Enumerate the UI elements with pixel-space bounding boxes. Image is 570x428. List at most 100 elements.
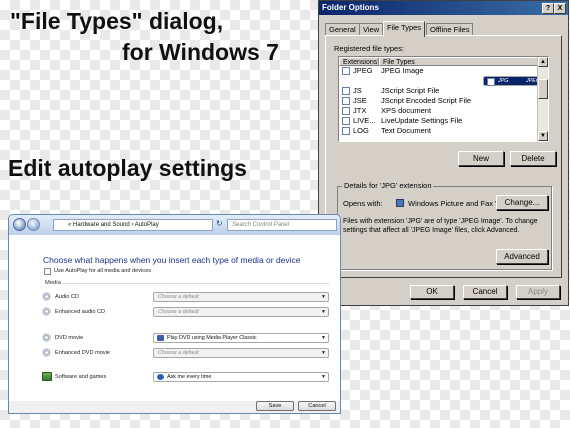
scroll-down-icon[interactable]: ▼	[538, 131, 548, 141]
chevron-down-icon: ▼	[321, 294, 326, 300]
file-icon	[342, 67, 350, 75]
audio-cd-select[interactable]: Choose a default ▼	[153, 292, 329, 302]
ok-button[interactable]: OK	[410, 285, 454, 299]
tab-file-types[interactable]: File Types	[383, 21, 426, 37]
extension: JS	[353, 86, 362, 95]
picture-viewer-icon	[396, 199, 404, 207]
search-input[interactable]: Search Control Panel	[227, 219, 337, 231]
question-icon	[157, 374, 164, 380]
list-item[interactable]: JSE JScript Encoded Script File	[339, 96, 539, 106]
new-button[interactable]: New	[458, 151, 504, 166]
heading-file-types: "File Types" dialog,	[10, 8, 224, 34]
cancel-button[interactable]: Cancel	[298, 401, 336, 411]
file-type: JPEG Image	[381, 66, 424, 75]
file-type: JScript Script File	[381, 86, 440, 95]
folder-options-dialog: Folder Options ? X General View File Typ…	[318, 0, 569, 306]
file-type: XPS document	[381, 106, 432, 115]
details-title: Details for 'JPG' extension	[342, 181, 434, 190]
opens-with-app: Windows Picture and Fax V	[408, 199, 501, 208]
details-group: Details for 'JPG' extension Opens with: …	[337, 181, 552, 270]
chevron-down-icon: ▼	[321, 309, 326, 315]
column-header-file-types[interactable]: File Types	[379, 57, 539, 66]
scroll-up-icon[interactable]: ▲	[538, 57, 548, 67]
enhanced-dvd-movie-icon	[42, 348, 51, 357]
file-type: Text Document	[381, 126, 432, 135]
breadcrumb-hardware-and-sound[interactable]: Hardware and Sound	[73, 222, 130, 228]
file-types-panel: Registered file types: Extensions File T…	[325, 35, 562, 278]
extension: LOG	[353, 126, 369, 135]
list-item[interactable]: JS JScript Script File	[339, 86, 539, 96]
enhanced-audio-cd-icon	[42, 307, 51, 316]
enhanced-dvd-movie-select[interactable]: Choose a default ▼	[153, 348, 329, 358]
extension: JPG	[498, 78, 509, 84]
file-type: LiveUpdate Settings File	[381, 116, 463, 125]
file-types-list[interactable]: Extensions File Types JPEG JPEG Image JP…	[338, 56, 549, 142]
scroll-thumb[interactable]	[538, 79, 548, 99]
navigation-bar: ‹ › « Hardware and Sound › AutoPlay ↻ Se…	[9, 215, 340, 235]
heading-edit-autoplay: Edit autoplay settings	[8, 155, 247, 181]
list-item[interactable]: JTX XPS document	[339, 106, 539, 116]
file-icon	[342, 97, 350, 105]
dvd-movie-value: Play DVD using Media Player Classic	[167, 335, 257, 341]
refresh-icon[interactable]: ↻	[216, 219, 223, 228]
enhanced-dvd-movie-value: Choose a default	[158, 350, 199, 356]
use-autoplay-checkbox[interactable]	[44, 268, 51, 275]
help-button[interactable]: ?	[542, 3, 554, 14]
dvd-movie-icon	[42, 333, 51, 342]
chevron-down-icon: ▼	[321, 374, 326, 380]
change-button[interactable]: Change...	[496, 195, 548, 210]
enhanced-audio-cd-select[interactable]: Choose a default ▼	[153, 307, 329, 317]
extension: JSE	[353, 96, 367, 105]
autoplay-content: Choose what happens when you insert each…	[9, 235, 340, 401]
forward-arrow-icon[interactable]: ›	[27, 218, 40, 231]
apply-button[interactable]: Apply	[516, 285, 560, 299]
software-and-games-select[interactable]: Ask me every time ▼	[153, 372, 329, 382]
breadcrumb-prefix: «	[68, 222, 72, 228]
file-icon	[342, 107, 350, 115]
file-icon	[487, 78, 495, 86]
address-bar[interactable]: « Hardware and Sound › AutoPlay	[53, 219, 213, 231]
close-button[interactable]: X	[554, 3, 566, 14]
cancel-button[interactable]: Cancel	[463, 285, 507, 299]
advanced-button[interactable]: Advanced	[496, 249, 548, 264]
file-icon	[342, 87, 350, 95]
software-and-games-label: Software and games	[55, 374, 107, 380]
media-section-heading: Media	[45, 280, 61, 286]
back-arrow-icon[interactable]: ‹	[13, 218, 26, 231]
list-scrollbar[interactable]: ▲ ▼	[537, 57, 548, 141]
section-divider	[63, 283, 329, 284]
extension: LIVE...	[353, 116, 376, 125]
list-item[interactable]: LOG Text Document	[339, 126, 539, 136]
dvd-movie-select[interactable]: Play DVD using Media Player Classic ▼	[153, 333, 329, 343]
audio-cd-value: Choose a default	[158, 294, 199, 300]
use-autoplay-label: Use AutoPlay for all media and devices	[54, 268, 152, 274]
chevron-down-icon: ▼	[321, 335, 326, 341]
audio-cd-label: Audio CD	[55, 294, 79, 300]
button-bar: Save Cancel	[9, 401, 340, 413]
heading-windows-7: for Windows 7	[122, 39, 279, 65]
breadcrumb-autoplay[interactable]: AutoPlay	[135, 222, 159, 228]
list-item[interactable]: JPEG JPEG Image	[339, 66, 539, 76]
extension: JTX	[353, 106, 367, 115]
file-type: JScript Encoded Script File	[381, 96, 472, 105]
media-player-icon	[157, 335, 164, 341]
opens-with-label: Opens with:	[343, 199, 383, 208]
registered-file-types-label: Registered file types:	[334, 44, 405, 53]
software-and-games-value: Ask me every time	[167, 374, 212, 380]
description-line-1: Files with extension 'JPG' are of type '…	[343, 218, 538, 225]
audio-cd-icon	[42, 292, 51, 301]
list-item[interactable]: LIVE... LiveUpdate Settings File	[339, 116, 539, 126]
file-icon	[342, 117, 350, 125]
file-icon	[342, 127, 350, 135]
breadcrumb-separator: ›	[131, 222, 134, 228]
save-button[interactable]: Save	[256, 401, 294, 411]
enhanced-audio-cd-label: Enhanced audio CD	[55, 309, 106, 315]
extension: JPEG	[353, 66, 373, 75]
dialog-title: Folder Options	[322, 3, 379, 12]
description-line-2: settings that affect all 'JPEG Image' fi…	[343, 227, 520, 234]
enhanced-dvd-movie-label: Enhanced DVD movie	[55, 350, 111, 356]
dialog-title-bar: Folder Options ? X	[319, 1, 568, 15]
delete-button[interactable]: Delete	[510, 151, 556, 166]
column-header-extensions[interactable]: Extensions	[339, 57, 379, 66]
autoplay-window: ‹ › « Hardware and Sound › AutoPlay ↻ Se…	[8, 214, 341, 414]
